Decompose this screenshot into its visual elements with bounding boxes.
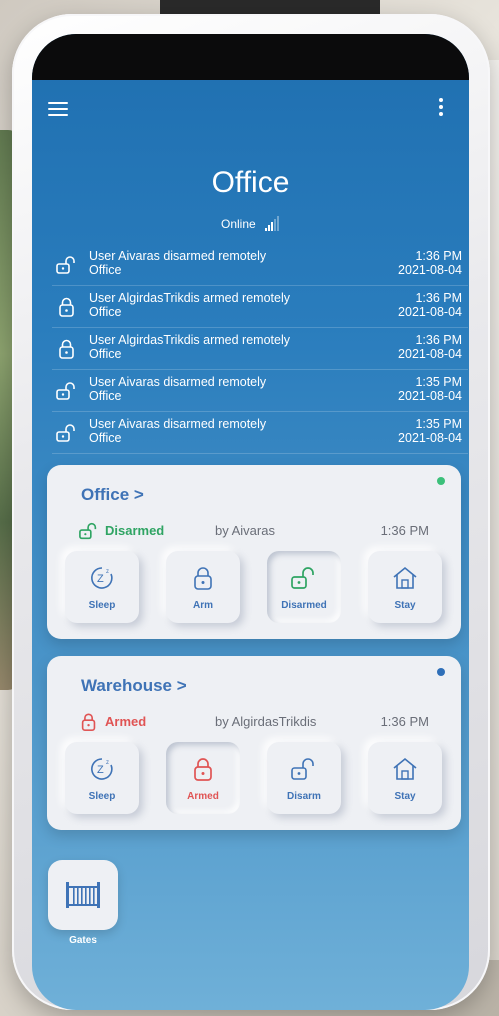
event-date: 2021-08-04 — [398, 263, 462, 277]
area-state-by: by AlgirdasTrikdis — [215, 714, 317, 729]
status-label: Online — [220, 217, 256, 231]
event-time: 1:35 PM — [415, 417, 462, 431]
area-card-office: Office > Disarmed by Aivaras 1:36 PM Zz … — [47, 465, 461, 639]
unlocked-icon — [79, 522, 97, 540]
event-time: 1:36 PM — [415, 291, 462, 305]
svg-text:z: z — [106, 569, 109, 575]
arm-button[interactable]: Arm — [166, 551, 240, 623]
event-date: 2021-08-04 — [398, 431, 462, 445]
area-name-link[interactable]: Warehouse > — [81, 676, 187, 696]
locked-icon — [59, 339, 74, 359]
unlocked-icon — [56, 256, 75, 274]
online-indicator — [437, 668, 445, 676]
unlocked-icon — [291, 758, 314, 780]
home-icon — [393, 566, 417, 589]
arm-label: Armed — [187, 791, 219, 802]
event-text: User Aivaras disarmed remotely — [89, 417, 267, 431]
sleep-label: Sleep — [88, 791, 116, 802]
home-icon — [393, 757, 417, 780]
area-card-warehouse: Warehouse > Armed by AlgirdasTrikdis 1:3… — [47, 656, 461, 830]
area-state-time: 1:36 PM — [380, 714, 429, 729]
page-title: Office — [211, 166, 290, 199]
sleep-label: Sleep — [88, 600, 116, 611]
event-text: User Aivaras disarmed remotely — [89, 249, 267, 263]
event-location: Office — [89, 389, 122, 403]
status-bar — [32, 34, 469, 80]
online-indicator — [437, 477, 445, 485]
event-text: User AlgirdasTrikdis armed remotely — [89, 333, 290, 347]
area-state-label: Disarmed — [105, 523, 165, 538]
app-screen: Office Online User Aivaras disarmed remo… — [32, 34, 469, 1010]
gates-button[interactable] — [48, 860, 118, 930]
svg-text:Z: Z — [97, 764, 104, 776]
more-options-icon[interactable] — [437, 98, 445, 120]
event-time: 1:36 PM — [415, 333, 462, 347]
sleep-button[interactable]: Zz Sleep — [65, 551, 139, 623]
locked-icon — [194, 567, 212, 590]
event-location: Office — [89, 347, 122, 361]
menu-icon[interactable] — [48, 102, 68, 116]
connection-status: Online — [32, 216, 469, 231]
disarm-label: Disarm — [287, 791, 321, 802]
sleep-icon: Zz — [91, 567, 113, 589]
disarm-button[interactable]: Disarm — [267, 742, 341, 814]
arm-label: Arm — [192, 600, 213, 611]
locked-icon — [81, 713, 96, 731]
svg-text:z: z — [106, 760, 109, 766]
event-row[interactable]: User Aivaras disarmed remotely Office 1:3… — [52, 244, 468, 286]
disarm-button[interactable]: Disarmed — [267, 551, 341, 623]
area-state-label: Armed — [105, 714, 147, 729]
stay-label: Stay — [394, 600, 416, 611]
event-row[interactable]: User AlgirdasTrikdis armed remotely Offic… — [52, 286, 468, 328]
event-location: Office — [89, 305, 122, 319]
area-state-time: 1:36 PM — [380, 523, 429, 538]
event-date: 2021-08-04 — [398, 389, 462, 403]
top-bar — [32, 92, 469, 128]
event-text: User AlgirdasTrikdis armed remotely — [89, 291, 290, 305]
area-state-by: by Aivaras — [215, 523, 275, 538]
stay-label: Stay — [394, 791, 416, 802]
event-time: 1:36 PM — [415, 249, 462, 263]
event-date: 2021-08-04 — [398, 347, 462, 361]
unlocked-icon — [291, 567, 314, 589]
event-location: Office — [89, 431, 122, 445]
phone-frame: Office Online User Aivaras disarmed remo… — [12, 14, 490, 1010]
gates-label: Gates — [69, 935, 97, 946]
background-frame — [160, 0, 380, 14]
unlocked-icon — [56, 382, 75, 400]
area-name-link[interactable]: Office > — [81, 485, 144, 505]
event-list: User Aivaras disarmed remotely Office 1:3… — [52, 244, 468, 454]
event-location: Office — [89, 263, 122, 277]
event-row[interactable]: User AlgirdasTrikdis armed remotely Offic… — [52, 328, 468, 370]
stay-button[interactable]: Stay — [368, 742, 442, 814]
event-row[interactable]: User Aivaras disarmed remotely Office 1:3… — [52, 412, 468, 454]
area-state-row: Armed by AlgirdasTrikdis 1:36 PM — [79, 712, 429, 732]
area-state-row: Disarmed by Aivaras 1:36 PM — [79, 521, 429, 541]
arm-button[interactable]: Armed — [166, 742, 240, 814]
sleep-button[interactable]: Zz Sleep — [65, 742, 139, 814]
stay-button[interactable]: Stay — [368, 551, 442, 623]
event-date: 2021-08-04 — [398, 305, 462, 319]
event-text: User Aivaras disarmed remotely — [89, 375, 267, 389]
svg-text:Z: Z — [97, 573, 104, 585]
locked-icon — [194, 758, 212, 781]
signal-icon — [265, 216, 280, 231]
unlocked-icon — [56, 424, 75, 442]
event-row[interactable]: User Aivaras disarmed remotely Office 1:3… — [52, 370, 468, 412]
event-time: 1:35 PM — [415, 375, 462, 389]
disarm-label: Disarmed — [281, 600, 327, 611]
locked-icon — [59, 297, 74, 317]
gate-icon — [66, 882, 100, 908]
sleep-icon: Zz — [91, 758, 113, 780]
